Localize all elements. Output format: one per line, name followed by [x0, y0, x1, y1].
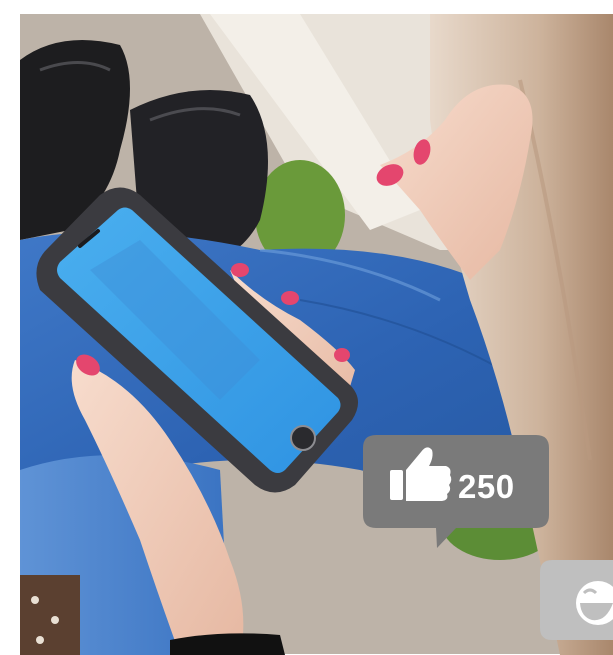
photo-scene [0, 0, 613, 655]
like-count: 250 [458, 468, 515, 505]
emoji-bubble [540, 560, 613, 640]
